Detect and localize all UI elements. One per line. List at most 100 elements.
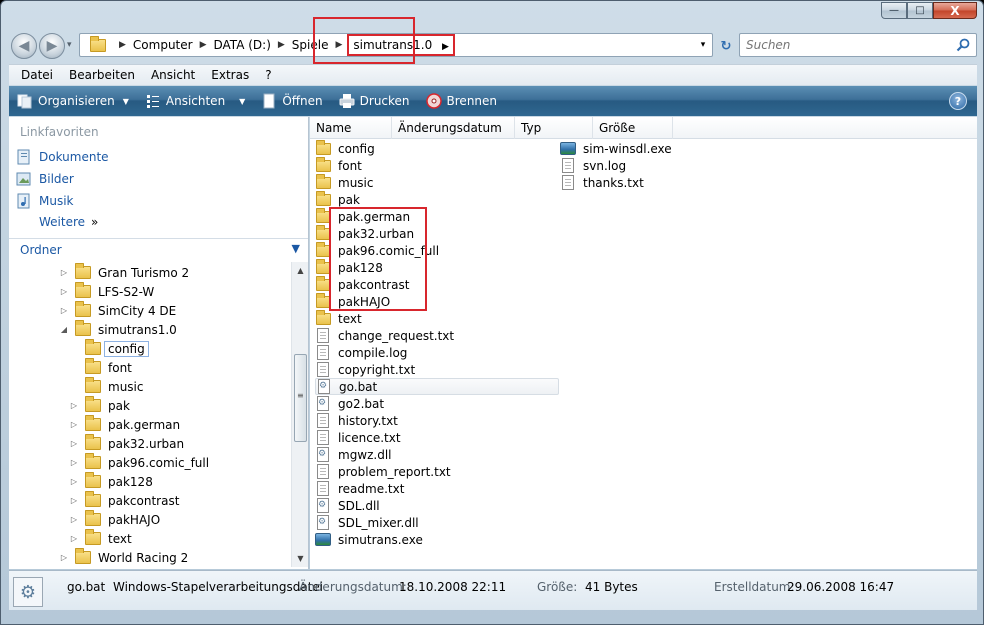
- menu-extras[interactable]: Extras: [203, 68, 257, 82]
- breadcrumb-separator-icon[interactable]: ▶: [442, 42, 449, 52]
- file-item[interactable]: svn.log: [560, 157, 626, 174]
- breadcrumb-computer[interactable]: Computer: [133, 38, 193, 52]
- back-button[interactable]: ◀: [11, 33, 37, 59]
- file-item[interactable]: readme.txt: [315, 480, 404, 497]
- expand-arrow-icon[interactable]: ▷: [59, 268, 69, 277]
- tree-item[interactable]: ▷ pak96.comic_full: [69, 453, 209, 472]
- menu-ansicht[interactable]: Ansicht: [143, 68, 203, 82]
- file-item[interactable]: licence.txt: [315, 429, 401, 446]
- folder-item[interactable]: pak.german: [315, 207, 410, 225]
- file-item[interactable]: SDL_mixer.dll: [315, 514, 419, 531]
- file-item[interactable]: go2.bat: [315, 395, 384, 412]
- column-type[interactable]: Typ: [515, 117, 593, 139]
- folder-item[interactable]: pak128: [315, 258, 383, 276]
- tree-item[interactable]: ▷ pak: [69, 396, 130, 415]
- maximize-button[interactable]: □: [907, 2, 933, 19]
- tree-item[interactable]: ▷ pak.german: [69, 415, 180, 434]
- folder-item[interactable]: music: [315, 173, 373, 191]
- favorite-bilder[interactable]: Bilder: [16, 171, 74, 187]
- file-item[interactable]: history.txt: [315, 412, 398, 429]
- tree-item[interactable]: ▷ pak128: [69, 472, 153, 491]
- tree-item[interactable]: ▷ pakHAJO: [69, 510, 160, 529]
- expand-arrow-icon[interactable]: ◢: [59, 325, 69, 334]
- tree-item[interactable]: ◢ simutrans1.0: [59, 320, 177, 339]
- expand-arrow-icon[interactable]: ▷: [69, 439, 79, 448]
- more-favorites-link[interactable]: Weitere »: [39, 215, 98, 229]
- open-button[interactable]: Öffnen: [261, 93, 323, 109]
- file-item[interactable]: mgwz.dll: [315, 446, 392, 463]
- folder-item[interactable]: config: [315, 139, 375, 157]
- file-item[interactable]: thanks.txt: [560, 174, 644, 191]
- column-name[interactable]: Name: [310, 117, 392, 139]
- expand-arrow-icon[interactable]: ▷: [69, 458, 79, 467]
- favorite-musik[interactable]: Musik: [16, 193, 74, 209]
- expand-arrow-icon[interactable]: ▷: [69, 477, 79, 486]
- expand-arrow-icon[interactable]: ▷: [59, 553, 69, 562]
- expand-arrow-icon[interactable]: ▷: [59, 306, 69, 315]
- file-item[interactable]: SDL.dll: [315, 497, 380, 514]
- tree-item[interactable]: ▷ SimCity 4 DE: [59, 301, 176, 320]
- column-modified[interactable]: Änderungsdatum: [392, 117, 515, 139]
- scrollbar-thumb[interactable]: ≡: [294, 354, 307, 442]
- breadcrumb-separator-icon[interactable]: ▶: [119, 40, 126, 50]
- folder-item[interactable]: pakHAJO: [315, 292, 390, 310]
- tree-item[interactable]: ▷ pakcontrast: [69, 491, 179, 510]
- close-button[interactable]: X: [933, 2, 977, 19]
- expand-arrow-icon[interactable]: ▷: [59, 287, 69, 296]
- tree-item[interactable]: font: [69, 358, 132, 377]
- file-item[interactable]: simutrans.exe: [315, 531, 423, 548]
- breadcrumb-separator-icon[interactable]: ▶: [200, 40, 207, 50]
- tree-scrollbar[interactable]: ▲ ≡ ▼: [291, 262, 308, 567]
- column-size[interactable]: Größe: [593, 117, 673, 139]
- file-item[interactable]: go.bat: [315, 378, 559, 395]
- views-button[interactable]: Ansichten ▼: [145, 93, 245, 109]
- breadcrumb-simutrans[interactable]: simutrans1.0 ▶: [347, 34, 455, 56]
- breadcrumb-separator-icon[interactable]: ▶: [335, 40, 342, 50]
- tree-item[interactable]: ▷ World Racing 2: [59, 548, 188, 567]
- file-item[interactable]: problem_report.txt: [315, 463, 451, 480]
- file-item[interactable]: sim-winsdl.exe: [560, 140, 672, 157]
- favorite-dokumente[interactable]: Dokumente: [16, 149, 109, 165]
- folder-item[interactable]: font: [315, 156, 362, 174]
- burn-button[interactable]: Brennen: [425, 93, 497, 109]
- refresh-button[interactable]: ↻: [715, 35, 737, 57]
- folder-item[interactable]: pak: [315, 190, 360, 208]
- breadcrumb-data-drive[interactable]: DATA (D:): [214, 38, 271, 52]
- forward-button[interactable]: ▶: [39, 33, 65, 59]
- scroll-down-icon[interactable]: ▼: [292, 550, 309, 567]
- menu-datei[interactable]: Datei: [13, 68, 61, 82]
- folder-item[interactable]: pak96.comic_full: [315, 241, 439, 259]
- file-item[interactable]: compile.log: [315, 344, 407, 361]
- expand-arrow-icon[interactable]: ▷: [69, 515, 79, 524]
- tree-item[interactable]: config: [69, 339, 149, 358]
- tree-item[interactable]: ▷ Gran Turismo 2: [59, 263, 189, 282]
- expand-arrow-icon[interactable]: ▷: [69, 401, 79, 410]
- menu-help[interactable]: ?: [257, 68, 279, 82]
- expand-arrow-icon[interactable]: ▷: [69, 420, 79, 429]
- folders-section-header[interactable]: Ordner ▼: [9, 238, 308, 260]
- organize-button[interactable]: Organisieren ▼: [17, 93, 129, 109]
- tree-item[interactable]: music: [69, 377, 143, 396]
- address-history-dropdown[interactable]: ▾: [694, 34, 712, 56]
- breadcrumb-separator-icon[interactable]: ▶: [278, 40, 285, 50]
- chevron-down-icon[interactable]: ▼: [292, 242, 300, 255]
- recent-pages-dropdown[interactable]: ▾: [67, 40, 72, 50]
- menu-bearbeiten[interactable]: Bearbeiten: [61, 68, 143, 82]
- expand-arrow-icon[interactable]: ▷: [69, 496, 79, 505]
- scroll-up-icon[interactable]: ▲: [292, 262, 309, 279]
- address-bar[interactable]: ▶ Computer ▶ DATA (D:) ▶ Spiele ▶ simutr…: [79, 33, 713, 57]
- help-button[interactable]: ?: [949, 92, 967, 110]
- search-input[interactable]: [746, 38, 946, 52]
- print-button[interactable]: Drucken: [339, 93, 410, 109]
- file-item[interactable]: change_request.txt: [315, 327, 454, 344]
- folder-item[interactable]: pakcontrast: [315, 275, 409, 293]
- file-item[interactable]: copyright.txt: [315, 361, 415, 378]
- breadcrumb-spiele[interactable]: Spiele: [292, 38, 329, 52]
- minimize-button[interactable]: —: [881, 2, 907, 19]
- tree-item[interactable]: ▷ text: [69, 529, 132, 548]
- folder-item[interactable]: text: [315, 309, 362, 327]
- tree-item[interactable]: ▷ LFS-S2-W: [59, 282, 154, 301]
- search-icon[interactable]: [956, 38, 970, 52]
- expand-arrow-icon[interactable]: ▷: [69, 534, 79, 543]
- folder-item[interactable]: pak32.urban: [315, 224, 414, 242]
